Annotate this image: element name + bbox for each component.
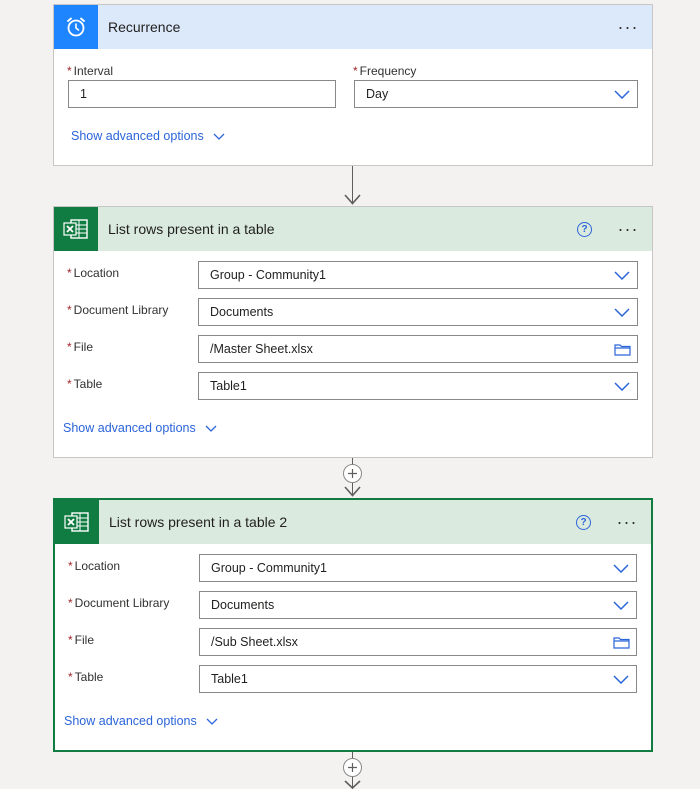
- chevron-down-icon: [606, 600, 636, 610]
- table-value: Table1: [210, 379, 247, 393]
- recurrence-title: Recurrence: [108, 19, 181, 35]
- chevron-down-icon: [607, 307, 637, 317]
- list-rows-header-1[interactable]: List rows present in a table ? ···: [54, 207, 652, 251]
- insert-step-button[interactable]: [343, 758, 362, 777]
- list-rows-card-2[interactable]: List rows present in a table 2 ? ··· * Lo…: [53, 498, 653, 752]
- chevron-down-icon: [606, 674, 636, 684]
- interval-label: * Interval: [67, 64, 114, 78]
- table-dropdown[interactable]: Table1: [199, 665, 637, 693]
- file-picker[interactable]: /Master Sheet.xlsx: [198, 335, 638, 363]
- alarm-clock-icon: [67, 17, 85, 37]
- help-icon[interactable]: ?: [577, 221, 592, 237]
- table-dropdown[interactable]: Table1: [198, 372, 638, 400]
- folder-icon[interactable]: [607, 343, 637, 356]
- location-value: Group - Community1: [210, 268, 327, 282]
- document-library-label: * Document Library: [68, 596, 170, 610]
- required-mark: *: [67, 64, 72, 78]
- insert-step-button[interactable]: [343, 464, 362, 483]
- table-value: Table1: [211, 672, 248, 686]
- document-library-dropdown[interactable]: Documents: [199, 591, 637, 619]
- recurrence-show-advanced-link[interactable]: Show advanced options: [71, 129, 225, 143]
- chevron-down-icon: [606, 563, 636, 573]
- required-mark: *: [353, 64, 358, 78]
- file-value: /Sub Sheet.xlsx: [211, 635, 298, 649]
- chevron-down-icon: [206, 718, 218, 725]
- document-library-dropdown[interactable]: Documents: [198, 298, 638, 326]
- recurrence-header[interactable]: Recurrence ···: [54, 5, 652, 49]
- help-icon[interactable]: ?: [576, 514, 591, 530]
- frequency-label: * Frequency: [353, 64, 417, 78]
- location-dropdown[interactable]: Group - Community1: [198, 261, 638, 289]
- list-rows-title-1: List rows present in a table: [108, 221, 275, 237]
- table-label: * Table: [67, 377, 103, 391]
- chevron-down-icon: [205, 425, 217, 432]
- arrow-down-icon: [344, 194, 361, 205]
- excel-icon: [64, 512, 89, 532]
- list-rows-title-2: List rows present in a table 2: [109, 514, 288, 530]
- interval-input[interactable]: 1: [68, 80, 336, 108]
- recurrence-more-menu[interactable]: ···: [610, 18, 646, 36]
- file-label: * File: [68, 633, 95, 647]
- folder-icon[interactable]: [606, 636, 636, 649]
- frequency-value: Day: [366, 87, 389, 101]
- file-label: * File: [67, 340, 94, 354]
- chevron-down-icon: [213, 133, 225, 140]
- excel-icon-tile: [54, 207, 98, 251]
- document-library-value: Documents: [210, 305, 274, 319]
- location-dropdown[interactable]: Group - Community1: [199, 554, 637, 582]
- table-label: * Table: [68, 670, 104, 684]
- recurrence-icon-tile: [54, 5, 98, 49]
- list-rows-header-2[interactable]: List rows present in a table 2 ? ···: [55, 500, 651, 544]
- list-rows-card-1[interactable]: List rows present in a table ? ··· * Loca…: [53, 206, 653, 458]
- location-label: * Location: [67, 266, 120, 280]
- file-picker[interactable]: /Sub Sheet.xlsx: [199, 628, 637, 656]
- chevron-down-icon: [607, 89, 637, 99]
- excel-icon: [63, 219, 88, 239]
- arrow-down-icon: [344, 486, 361, 497]
- interval-value: 1: [80, 87, 87, 101]
- excel-icon-tile: [55, 500, 99, 544]
- recurrence-card[interactable]: Recurrence ··· * Interval 1 * Frequency Da…: [53, 4, 653, 166]
- chevron-down-icon: [607, 270, 637, 280]
- location-label: * Location: [68, 559, 121, 573]
- file-value: /Master Sheet.xlsx: [210, 342, 313, 356]
- plus-icon: [348, 763, 357, 772]
- document-library-label: * Document Library: [67, 303, 169, 317]
- document-library-value: Documents: [211, 598, 275, 612]
- list-rows-show-advanced-link-2[interactable]: Show advanced options: [64, 714, 218, 728]
- frequency-dropdown[interactable]: Day: [354, 80, 638, 108]
- list-rows-more-menu-2[interactable]: ···: [609, 513, 645, 531]
- location-value: Group - Community1: [211, 561, 328, 575]
- plus-icon: [348, 469, 357, 478]
- chevron-down-icon: [607, 381, 637, 391]
- list-rows-more-menu-1[interactable]: ···: [610, 220, 646, 238]
- list-rows-show-advanced-link-1[interactable]: Show advanced options: [63, 421, 217, 435]
- arrow-down-icon: [344, 780, 361, 789]
